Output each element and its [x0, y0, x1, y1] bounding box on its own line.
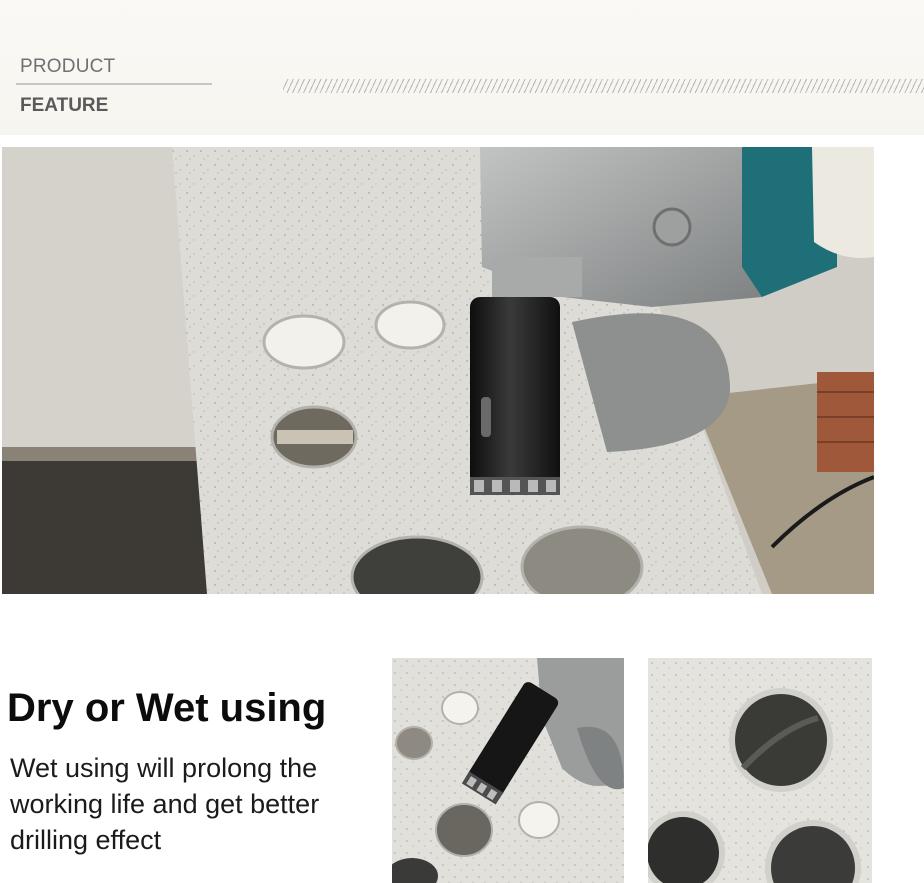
thumbnail-drilling-illustration: [392, 658, 624, 883]
thumbnail-drilling-photo: [392, 658, 624, 883]
main-product-photo: [2, 147, 874, 594]
decorative-hatch-line: [283, 79, 924, 93]
section-label-product: PRODUCT: [20, 56, 116, 77]
thumbnail-holes-illustration: [648, 658, 872, 883]
feature-heading: Dry or Wet using: [7, 686, 327, 730]
thumbnail-holes-photo: [648, 658, 872, 883]
main-photo-illustration: [2, 147, 874, 594]
header-divider: [16, 83, 212, 85]
section-label-feature: FEATURE: [20, 95, 109, 116]
header-band: PRODUCT FEATURE: [0, 0, 924, 135]
feature-description: Wet using will prolong the working life …: [10, 753, 320, 855]
